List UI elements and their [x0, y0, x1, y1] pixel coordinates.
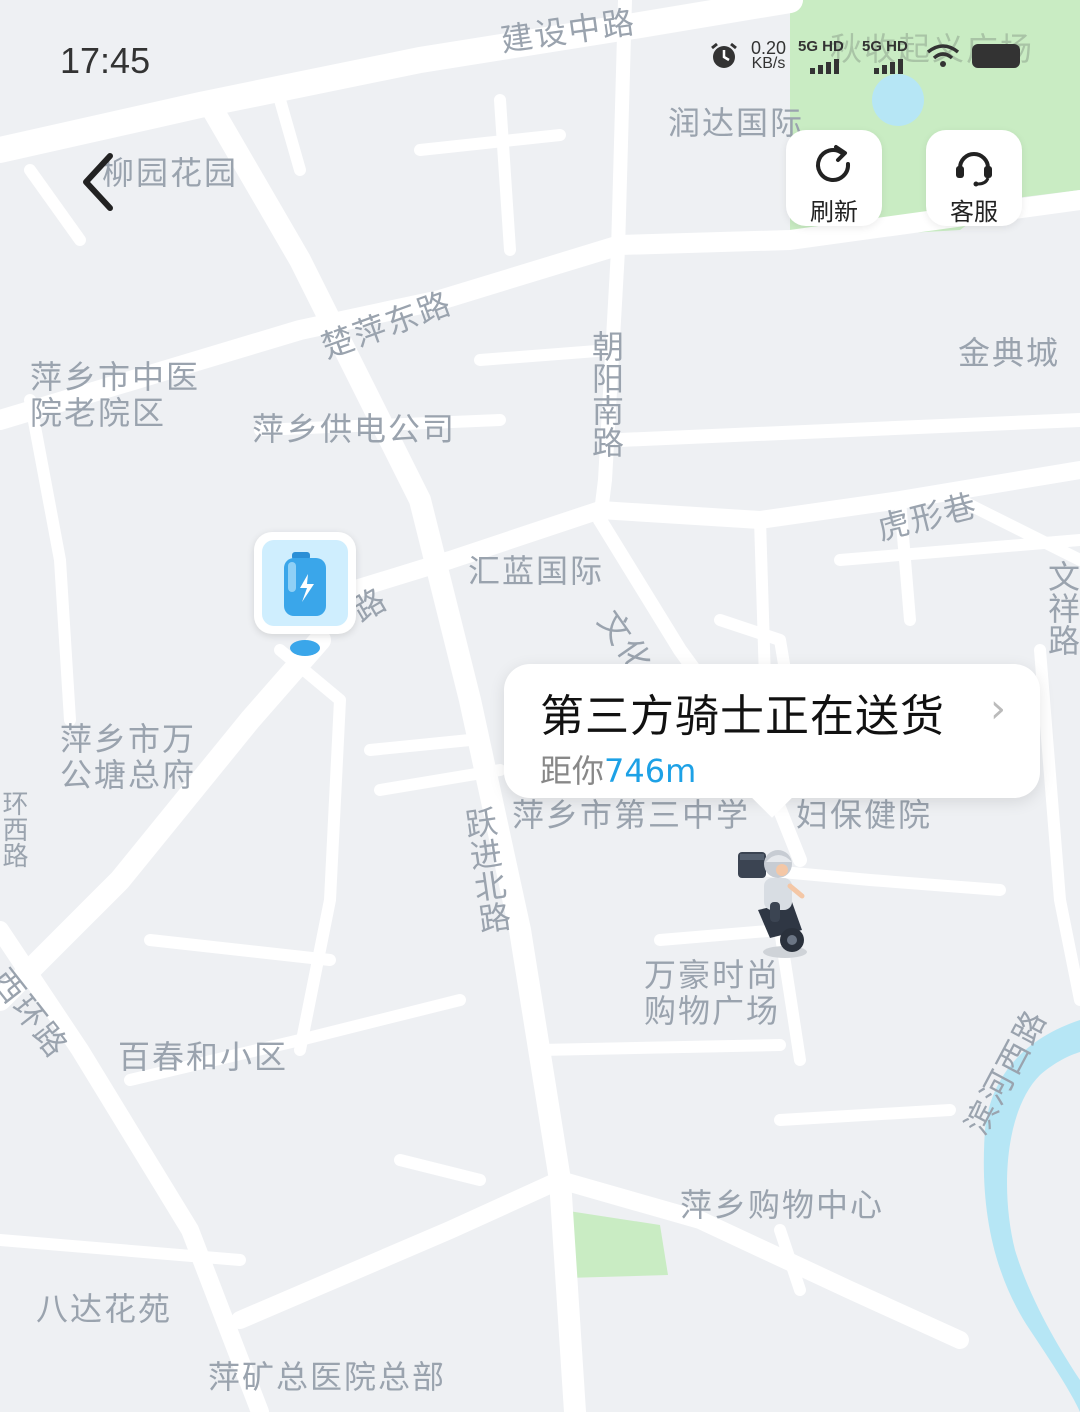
map-label: 萍乡供电公司: [252, 410, 457, 448]
map-label: 百春和小区: [118, 1038, 289, 1076]
wifi-icon: [926, 44, 960, 67]
marker-pin-dot: [290, 640, 320, 656]
headset-icon: [956, 152, 992, 187]
refresh-icon: [816, 145, 851, 183]
customer-service-button[interactable]: 客服: [926, 130, 1022, 226]
map-label: 萍乡市中医 院老院区: [30, 358, 201, 432]
refresh-button[interactable]: 刷新: [786, 130, 882, 226]
map-label: 金典城: [958, 334, 1061, 372]
delivery-title: 第三方骑士正在送货: [540, 691, 945, 742]
status-icons: 0.20 KB/s 5G HD 5G HD: [709, 38, 1020, 74]
map-label: 八达花苑: [36, 1290, 173, 1328]
map-label: 万豪时尚 购物广场: [644, 956, 781, 1030]
map-label: 汇蓝国际: [468, 552, 605, 590]
signal-icon: 5G HD: [798, 38, 850, 74]
back-arrow-icon: [83, 153, 113, 211]
battery-icon: [972, 44, 1020, 68]
delivery-distance: 距你746m: [540, 746, 696, 792]
map-label: 萍乡市万 公塘总府: [60, 720, 197, 794]
net-speed-unit: KB/s: [751, 55, 786, 72]
status-time: 17:45: [60, 40, 151, 81]
net-speed: 0.20 KB/s: [750, 38, 786, 72]
back-button[interactable]: [72, 148, 132, 218]
map-label: 萍矿总医院总部: [208, 1358, 447, 1396]
signal-label: 5G HD: [862, 38, 908, 55]
map-label: 环西路: [0, 790, 28, 868]
service-label: 客服: [950, 198, 998, 226]
delivery-status-card[interactable]: 第三方骑士正在送货 › 距你746m: [504, 664, 1040, 798]
chevron-right-icon: ›: [990, 686, 1006, 732]
map-label: 萍乡购物中心: [680, 1186, 885, 1224]
signal-icon: 5G HD: [862, 38, 914, 74]
status-bar: 17:45 0.20 KB/s 5G HD 5G HD: [0, 0, 1080, 100]
refresh-label: 刷新: [810, 198, 858, 226]
alarm-icon: [711, 42, 737, 68]
signal-label: 5G HD: [798, 38, 844, 55]
map-label: 朝阳南路: [587, 330, 625, 458]
battery-station-marker[interactable]: [254, 532, 356, 634]
map-label: 文祥路: [1043, 560, 1080, 656]
distance-prefix: 距你: [540, 752, 605, 790]
distance-value: 746m: [604, 752, 697, 790]
net-speed-value: 0.20: [750, 38, 786, 58]
battery-marker-icon: [262, 540, 348, 626]
rider-icon[interactable]: [730, 840, 820, 960]
map-label: 润达国际: [668, 104, 805, 142]
